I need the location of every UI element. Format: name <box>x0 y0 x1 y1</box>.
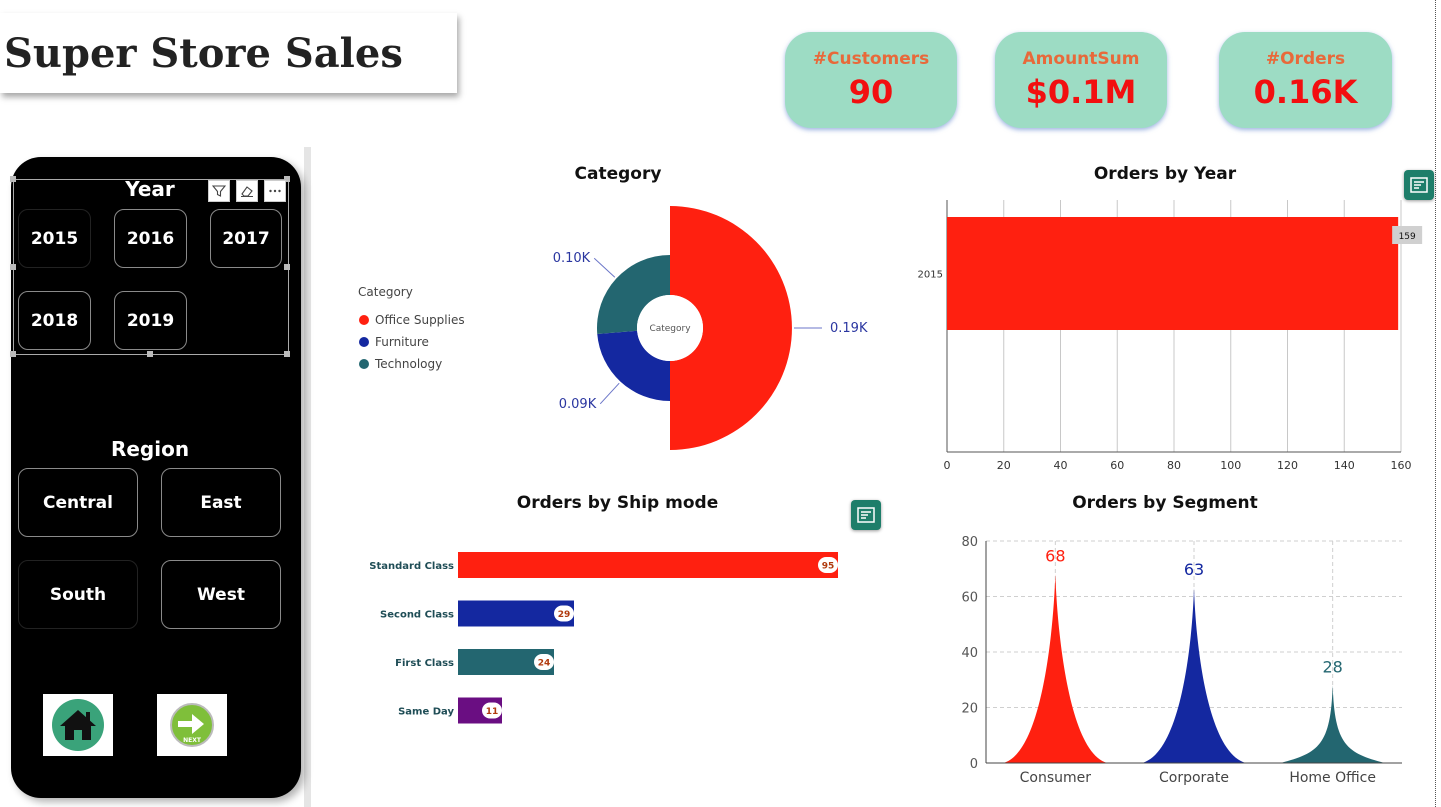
region-slicer-title: Region <box>110 437 190 461</box>
category-donut-chart: 0.19K 0.09K 0.10K Category Category Office Su… <box>358 206 868 450</box>
category-chart-title: Category <box>574 164 662 184</box>
resize-handle[interactable] <box>10 176 16 182</box>
region-option-west[interactable]: West <box>161 560 281 629</box>
y-tick-label: 80 <box>961 535 978 550</box>
legend-item: Office Supplies <box>375 313 465 327</box>
filter-icon[interactable] <box>208 180 230 202</box>
bar <box>458 552 838 578</box>
x-tick-label: 120 <box>1277 459 1298 472</box>
x-tick-label: 60 <box>1110 459 1124 472</box>
smart-narrative-icon[interactable] <box>851 500 881 530</box>
panel-shadow <box>304 147 311 807</box>
kpi-value: 0.16K <box>1253 73 1358 111</box>
y-tick-label: 20 <box>961 702 978 717</box>
legend-swatch <box>359 337 369 347</box>
x-tick-label: 140 <box>1334 459 1355 472</box>
x-tick-label: Consumer <box>1020 770 1092 786</box>
y-tick-label: 0 <box>970 757 978 772</box>
home-button[interactable] <box>43 694 113 756</box>
kpi-orders-card: #Orders 0.16K <box>1219 32 1392 128</box>
data-label: 24 <box>538 659 551 669</box>
segment-area-chart: 0 20 40 60 80 68 Consumer 63 Corporate 28 Home Off… <box>961 535 1402 786</box>
kpi-value: 90 <box>848 73 894 111</box>
segment-area <box>1280 685 1385 763</box>
data-label: 29 <box>558 610 571 620</box>
legend-item: Technology <box>374 357 442 371</box>
next-button[interactable]: NEXT <box>157 694 227 756</box>
leader-line <box>593 257 616 278</box>
kpi-amount-card: AmountSum $0.1M <box>995 32 1167 128</box>
year-chart-title: Orders by Year <box>1093 164 1237 184</box>
x-tick-label: 0 <box>944 459 951 472</box>
y-tick-label: Same Day <box>398 707 454 718</box>
region-option-south[interactable]: South <box>18 560 138 629</box>
year-option-2018[interactable]: 2018 <box>18 291 91 350</box>
data-label: 0.09K <box>559 397 597 412</box>
data-label: 68 <box>1045 546 1065 565</box>
x-tick-label: 40 <box>1054 459 1068 472</box>
x-tick-label: 80 <box>1167 459 1181 472</box>
more-options-icon[interactable] <box>264 180 286 202</box>
leader-line <box>599 382 620 405</box>
y-tick-label: 2015 <box>918 270 943 281</box>
page-edge-divider <box>1435 0 1436 807</box>
segment-area <box>1003 574 1108 763</box>
year-option-2019[interactable]: 2019 <box>114 291 187 350</box>
data-label: 159 <box>1399 232 1416 242</box>
data-label: 63 <box>1184 560 1204 579</box>
data-label: 0.19K <box>830 321 868 336</box>
y-tick-label: 60 <box>961 591 978 606</box>
x-tick-label: 20 <box>997 459 1011 472</box>
y-tick-label: Second Class <box>380 610 454 621</box>
resize-handle[interactable] <box>284 264 290 270</box>
data-label: 95 <box>822 562 835 572</box>
year-option-2017[interactable]: 2017 <box>210 209 282 268</box>
kpi-label: AmountSum <box>1022 49 1140 69</box>
year-bar-chart: 0 20 40 60 80 100 120 140 160 2015 159 <box>918 200 1423 472</box>
page-title: Super Store Sales <box>4 29 403 77</box>
resize-handle[interactable] <box>10 351 16 357</box>
year-option-2016[interactable]: 2016 <box>114 209 187 268</box>
data-label: 11 <box>486 707 499 717</box>
kpi-value: $0.1M <box>1025 73 1137 111</box>
region-option-east[interactable]: East <box>161 468 281 537</box>
legend-swatch <box>359 315 369 325</box>
legend-swatch <box>359 359 369 369</box>
year-option-2015[interactable]: 2015 <box>18 209 91 268</box>
region-option-central[interactable]: Central <box>18 468 138 537</box>
home-icon <box>52 699 104 751</box>
data-label: 0.10K <box>553 251 591 266</box>
donut-center-label: Category <box>649 324 691 334</box>
resize-handle[interactable] <box>147 351 153 357</box>
resize-handle[interactable] <box>10 264 16 270</box>
y-tick-label: 40 <box>961 646 978 661</box>
bar <box>947 217 1399 330</box>
x-tick-label: 100 <box>1220 459 1241 472</box>
y-tick-label: Standard Class <box>369 561 454 572</box>
next-label: NEXT <box>183 737 202 744</box>
x-tick-label: 160 <box>1391 459 1412 472</box>
legend-title: Category <box>358 285 413 299</box>
segment-area <box>1142 588 1246 763</box>
kpi-label: #Orders <box>1265 49 1346 69</box>
title-card: Super Store Sales <box>0 13 457 93</box>
resize-handle[interactable] <box>284 351 290 357</box>
y-tick-label: First Class <box>395 658 454 669</box>
legend-item: Furniture <box>375 335 429 349</box>
next-arrow-icon: NEXT <box>170 703 214 747</box>
x-tick-label: Home Office <box>1289 770 1376 786</box>
segment-chart-title: Orders by Segment <box>1072 493 1258 513</box>
shipmode-chart-title: Orders by Ship mode <box>516 493 719 513</box>
kpi-label: #Customers <box>812 49 930 69</box>
shipmode-bar-chart: Standard Class 95 Second Class 29 First Clas… <box>369 552 838 724</box>
eraser-icon[interactable] <box>236 180 258 202</box>
data-label: 28 <box>1322 657 1342 676</box>
x-tick-label: Corporate <box>1159 770 1229 786</box>
year-slicer-title: Year <box>125 177 175 201</box>
kpi-customers-card: #Customers 90 <box>785 32 957 128</box>
